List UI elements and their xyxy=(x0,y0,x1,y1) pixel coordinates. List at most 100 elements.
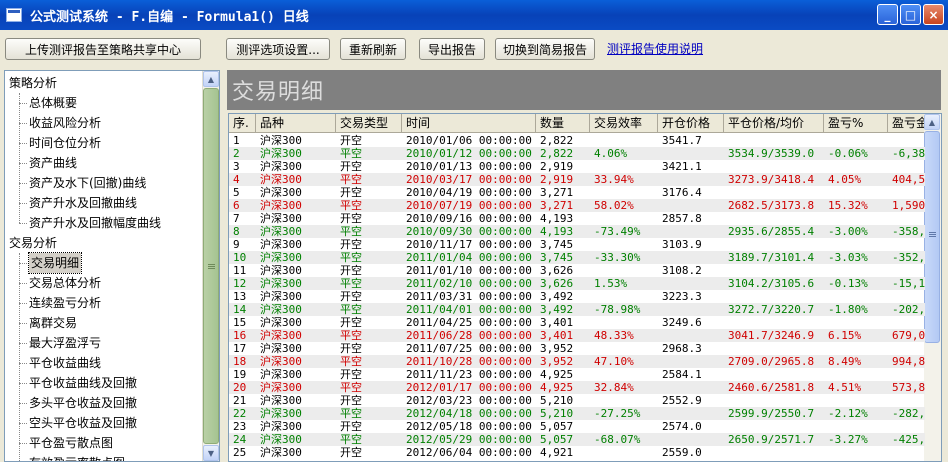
tree-item[interactable]: 资产及水下(回撤)曲线 xyxy=(18,173,146,193)
panel-title: 交易明细 xyxy=(232,80,325,105)
column-header[interactable]: 数量 xyxy=(536,114,590,133)
table-cell-open xyxy=(658,199,724,212)
column-header[interactable]: 交易效率 xyxy=(590,114,658,133)
column-header[interactable]: 时间 xyxy=(402,114,536,133)
table-row[interactable]: 19 沪深300 开空 2011/11/23 00:00:00 4,925 2584.1 xyxy=(229,368,925,381)
maximize-button[interactable]: □ xyxy=(900,4,921,25)
tree-item[interactable]: 有效盈亏率散点图 xyxy=(29,453,125,461)
table-row[interactable]: 5 沪深300 开空 2010/04/19 00:00:00 3,271 3176.4 xyxy=(229,186,925,199)
table-row[interactable]: 20 沪深300 平空 2012/01/17 00:00:00 4,925 32.84% 2… xyxy=(229,381,925,394)
tree-item[interactable]: 资产升水及回撤幅度曲线 xyxy=(18,213,161,233)
table-cell-type: 开空 xyxy=(340,420,362,433)
table-cell-amt xyxy=(888,394,925,407)
table-row[interactable]: 15 沪深300 开空 2011/04/25 00:00:00 3,401 3249.6 xyxy=(229,316,925,329)
table-row[interactable]: 24 沪深300 平空 2012/05/29 00:00:00 5,057 -68.07%… xyxy=(229,433,925,446)
table-cell-time: 2010/04/19 00:00:00 xyxy=(406,186,532,199)
column-header[interactable]: 平仓价格/均价 xyxy=(724,114,824,133)
table-row[interactable]: 23 沪深300 开空 2012/05/18 00:00:00 5,057 2574.0 xyxy=(229,420,925,433)
table-row[interactable]: 18 沪深300 平空 2011/10/28 00:00:00 3,952 47.10% 2… xyxy=(229,355,925,368)
tree-item[interactable]: 资产升水及回撤曲线 xyxy=(18,193,137,213)
table-cell-no: 15 xyxy=(233,316,247,329)
table-row[interactable]: 25 沪深300 开空 2012/06/04 00:00:00 4,921 2559.0 xyxy=(229,446,925,459)
export-report-button[interactable]: 导出报告 xyxy=(419,38,485,60)
table-cell-no: 6 xyxy=(233,199,240,212)
table-cell-sym: 沪深300 xyxy=(260,433,302,446)
table-cell-close xyxy=(724,134,824,147)
table-cell-pct xyxy=(824,238,888,251)
table-row[interactable]: 6 沪深300 平空 2010/07/19 00:00:00 3,271 58.02% 26… xyxy=(229,199,925,212)
test-settings-button[interactable]: 测评选项设置... xyxy=(226,38,330,60)
table-cell-close: 2650.9/2571.7 xyxy=(728,433,815,446)
table-row[interactable]: 9 沪深300 开空 2010/11/17 00:00:00 3,745 3103.9 xyxy=(229,238,925,251)
column-header[interactable]: 开仓价格 xyxy=(658,114,724,133)
tree-item[interactable]: 连续盈亏分析 xyxy=(18,293,101,313)
table-cell-eff: 58.02% xyxy=(594,199,634,212)
tree-item[interactable]: 平仓收益曲线 xyxy=(18,353,101,373)
toolbar: 上传测评报告至策略共享中心 测评选项设置... 重新刷新 导出报告 切换到简易报… xyxy=(0,30,948,66)
table-row[interactable]: 7 沪深300 开空 2010/09/16 00:00:00 4,193 2857.8 xyxy=(229,212,925,225)
table-row[interactable]: 3 沪深300 开空 2010/01/13 00:00:00 2,919 3421.1 xyxy=(229,160,925,173)
table-cell-eff: -68.07% xyxy=(594,433,641,446)
table-row[interactable]: 17 沪深300 开空 2011/07/25 00:00:00 3,952 2968.3 xyxy=(229,342,925,355)
tree-item[interactable]: 交易总体分析 xyxy=(18,273,101,293)
table-row[interactable]: 16 沪深300 平空 2011/06/28 00:00:00 3,401 48.33% 3… xyxy=(229,329,925,342)
table-row[interactable]: 4 沪深300 平空 2010/03/17 00:00:00 2,919 33.94% 32… xyxy=(229,173,925,186)
upload-report-button[interactable]: 上传测评报告至策略共享中心 xyxy=(5,38,201,60)
table-cell-eff: -33.30% xyxy=(594,251,641,264)
minimize-button[interactable]: _ xyxy=(877,4,898,25)
tree-item[interactable]: 资产曲线 xyxy=(18,153,77,173)
table-cell-amt xyxy=(888,446,925,459)
table-row[interactable]: 10 沪深300 平空 2011/01/04 00:00:00 3,745 -33.30%… xyxy=(229,251,925,264)
tree-item[interactable]: 平仓盈亏散点图 xyxy=(18,433,113,453)
column-header[interactable]: 盈亏% xyxy=(824,114,888,133)
table-cell-no: 20 xyxy=(233,381,247,394)
table-cell-amt: 679,0 xyxy=(892,329,925,342)
table-row[interactable]: 14 沪深300 平空 2011/04/01 00:00:00 3,492 -78.98%… xyxy=(229,303,925,316)
tree-item[interactable]: 总体概要 xyxy=(18,93,77,113)
scroll-up-icon[interactable]: ▲ xyxy=(924,114,940,130)
table-cell-pct: -1.80% xyxy=(828,303,868,316)
column-header[interactable]: 序. xyxy=(229,114,256,133)
tree-scroll-thumb[interactable] xyxy=(203,88,219,444)
tree-item[interactable]: 收益风险分析 xyxy=(18,113,101,133)
table-cell-eff xyxy=(590,186,658,199)
scroll-up-icon[interactable]: ▲ xyxy=(203,71,219,87)
table-row[interactable]: 1 沪深300 开空 2010/01/06 00:00:00 2,822 3541.7 xyxy=(229,134,925,147)
tree-scrollbar[interactable]: ▲ ▼ xyxy=(202,71,219,461)
help-link[interactable]: 测评报告使用说明 xyxy=(607,40,703,57)
table-row[interactable]: 22 沪深300 平空 2012/04/18 00:00:00 5,210 -27.25%… xyxy=(229,407,925,420)
column-header[interactable]: 盈亏金 xyxy=(888,114,925,133)
table-row[interactable]: 21 沪深300 开空 2012/03/23 00:00:00 5,210 2552.9 xyxy=(229,394,925,407)
table-cell-no: 21 xyxy=(233,394,247,407)
table-cell-eff xyxy=(590,316,658,329)
tree-group[interactable]: 交易分析 xyxy=(9,233,57,253)
close-button[interactable]: × xyxy=(923,4,944,25)
scroll-down-icon[interactable]: ▼ xyxy=(203,445,219,461)
table-row[interactable]: 2 沪深300 平空 2010/01/12 00:00:00 2,822 4.06% 353… xyxy=(229,147,925,160)
tree-item[interactable]: 多头平仓收益及回撤 xyxy=(18,393,137,413)
table-cell-pct: -0.13% xyxy=(828,277,868,290)
column-header[interactable]: 品种 xyxy=(256,114,336,133)
column-header[interactable]: 交易类型 xyxy=(336,114,402,133)
tree-item[interactable]: 离群交易 xyxy=(18,313,77,333)
tree-item[interactable]: 空头平仓收益及回撤 xyxy=(18,413,137,433)
tree-item[interactable]: 交易明细 xyxy=(18,252,83,274)
table-row[interactable]: 8 沪深300 平空 2010/09/30 00:00:00 4,193 -73.49% 2… xyxy=(229,225,925,238)
table-row[interactable]: 11 沪深300 开空 2011/01/10 00:00:00 3,626 3108.2 xyxy=(229,264,925,277)
tree-group[interactable]: 策略分析 xyxy=(9,73,57,93)
tree-item[interactable]: 最大浮盈浮亏 xyxy=(18,333,101,353)
table-row[interactable]: 12 沪深300 平空 2011/02/10 00:00:00 3,626 1.53% 31… xyxy=(229,277,925,290)
switch-simple-report-button[interactable]: 切换到简易报告 xyxy=(495,38,595,60)
table-cell-qty: 3,952 xyxy=(540,355,574,368)
table-cell-time: 2012/01/17 00:00:00 xyxy=(406,381,532,394)
table-cell-close xyxy=(724,342,824,355)
tree-item[interactable]: 平仓收益曲线及回撤 xyxy=(18,373,137,393)
tree-item[interactable]: 时间仓位分析 xyxy=(18,133,101,153)
table-cell-open: 2584.1 xyxy=(662,368,702,381)
table-scrollbar[interactable]: ▲ xyxy=(924,114,941,461)
table-scroll-thumb[interactable] xyxy=(924,131,940,343)
refresh-button[interactable]: 重新刷新 xyxy=(340,38,406,60)
table-cell-no: 1 xyxy=(233,134,240,147)
table-row[interactable]: 13 沪深300 开空 2011/03/31 00:00:00 3,492 3223.3 xyxy=(229,290,925,303)
table-cell-amt: -282, xyxy=(892,407,925,420)
